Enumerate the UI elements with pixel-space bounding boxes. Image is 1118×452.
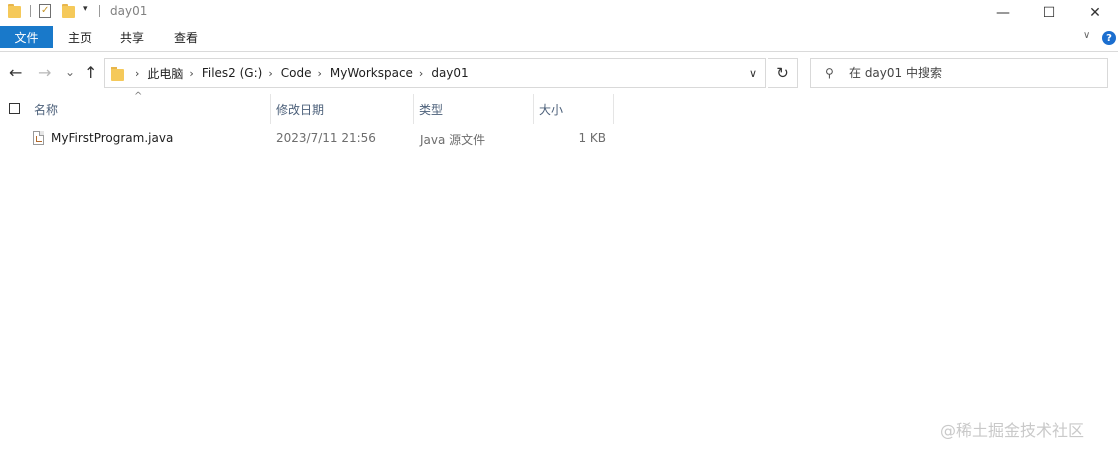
breadcrumb-separator[interactable]: › (189, 67, 193, 80)
breadcrumb-separator[interactable]: › (419, 67, 423, 80)
java-file-icon (33, 131, 44, 145)
navigation-bar: ← → ⌄ ↑ › 此电脑 › Files2 (G:) › Code › MyW… (0, 52, 1118, 94)
folder-icon[interactable] (8, 4, 21, 18)
breadcrumb-this-pc[interactable]: 此电脑 (147, 65, 183, 82)
minimize-button[interactable]: — (980, 0, 1026, 25)
watermark: @稀土掘金技术社区 (940, 421, 1085, 440)
forward-button[interactable]: → (38, 65, 51, 81)
up-button[interactable]: ↑ (84, 65, 97, 81)
maximize-button[interactable]: ☐ (1026, 0, 1072, 25)
title-bar: ✓ ▾ day01 — ☐ ✕ (0, 0, 1118, 25)
breadcrumb-files2-drive[interactable]: Files2 (G:) (202, 66, 263, 80)
search-icon: ⚲ (825, 66, 834, 80)
column-header-modified[interactable]: 修改日期 (270, 94, 414, 124)
customize-quick-access-dropdown-icon[interactable]: ▾ (83, 4, 88, 14)
table-row[interactable]: MyFirstProgram.java 2023/7/11 21:56 Java… (0, 128, 620, 150)
column-header-name[interactable]: 名称 (28, 94, 271, 124)
file-size: 1 KB (578, 131, 606, 145)
properties-icon[interactable]: ✓ (39, 4, 51, 18)
address-history-dropdown-icon[interactable]: ∨ (749, 67, 757, 80)
quick-access-divider (99, 5, 100, 17)
file-name[interactable]: MyFirstProgram.java (51, 131, 173, 145)
breadcrumb-separator[interactable]: › (135, 67, 139, 80)
tab-share[interactable]: 共享 (120, 26, 144, 48)
help-icon[interactable]: ? (1102, 31, 1116, 45)
ribbon-tabs: 文件 主页 共享 查看 ∨ ? (0, 26, 1118, 52)
search-input[interactable] (849, 64, 1099, 82)
file-modified: 2023/7/11 21:56 (276, 131, 376, 145)
breadcrumb-day01[interactable]: day01 (431, 66, 468, 80)
quick-access-divider (30, 5, 31, 17)
breadcrumb-separator[interactable]: › (268, 67, 272, 80)
window-title: day01 (110, 4, 148, 18)
column-header-size[interactable]: 大小 (533, 94, 614, 124)
file-type: Java 源文件 (420, 133, 486, 147)
close-button[interactable]: ✕ (1072, 0, 1118, 25)
breadcrumb-separator[interactable]: › (317, 67, 321, 80)
folder-icon (111, 67, 124, 81)
tab-view[interactable]: 查看 (174, 26, 198, 48)
recent-locations-button[interactable]: ⌄ (65, 64, 75, 80)
address-bar[interactable]: › 此电脑 › Files2 (G:) › Code › MyWorkspace… (104, 58, 766, 88)
select-all-checkbox[interactable] (9, 103, 20, 114)
search-box[interactable]: ⚲ (810, 58, 1108, 88)
breadcrumb-myworkspace[interactable]: MyWorkspace (330, 66, 413, 80)
expand-ribbon-icon[interactable]: ∨ (1083, 30, 1090, 41)
tab-home[interactable]: 主页 (68, 26, 92, 48)
tab-file[interactable]: 文件 (0, 26, 53, 48)
back-button[interactable]: ← (9, 65, 22, 81)
new-folder-icon[interactable] (62, 4, 75, 18)
refresh-button[interactable]: ↻ (768, 58, 798, 88)
breadcrumb: › 此电脑 › Files2 (G:) › Code › MyWorkspace… (129, 59, 469, 87)
breadcrumb-code[interactable]: Code (281, 66, 312, 80)
column-headers: ^ 名称 修改日期 类型 大小 (0, 91, 1118, 124)
column-header-type[interactable]: 类型 (413, 94, 534, 124)
